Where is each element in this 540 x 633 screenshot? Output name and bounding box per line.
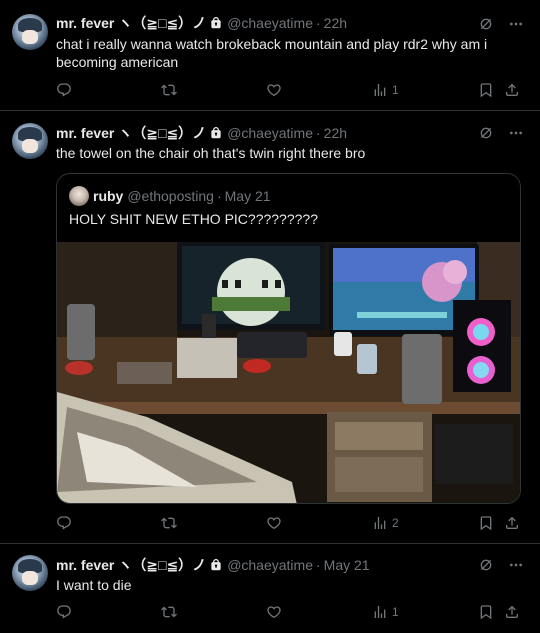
like-icon (266, 604, 282, 620)
action-bar: 1 (56, 82, 520, 100)
retweet-button[interactable] (161, 515, 177, 531)
bookmark-button[interactable] (478, 515, 494, 531)
reply-button[interactable] (56, 82, 72, 98)
tweet-text: I want to die (56, 577, 132, 593)
views-count: 1 (392, 83, 399, 97)
views-button[interactable]: 2 (372, 515, 399, 531)
more-icon[interactable] (508, 125, 524, 141)
separator-dot: · (216, 188, 222, 204)
quoted-display-name[interactable]: ruby (93, 188, 123, 204)
more-icon[interactable] (508, 16, 524, 32)
tweet-header: mr. fever ヽ（≧□≦）ノ @chaeyatime · May 21 (56, 556, 370, 574)
like-button[interactable] (266, 82, 282, 98)
action-bar: 2 (56, 515, 520, 533)
retweet-icon (161, 515, 177, 531)
bookmark-icon (478, 515, 494, 531)
tweet-text: chat i really wanna watch brokeback moun… (56, 36, 488, 70)
grok-icon[interactable] (478, 16, 494, 32)
quoted-avatar[interactable] (69, 186, 89, 206)
reply-button[interactable] (56, 604, 72, 620)
retweet-button[interactable] (161, 82, 177, 98)
reply-icon (56, 82, 72, 98)
handle[interactable]: @chaeyatime (227, 14, 313, 32)
views-count: 1 (392, 605, 399, 619)
views-count: 2 (392, 516, 399, 530)
share-button[interactable] (504, 82, 520, 98)
views-icon (372, 604, 388, 620)
quoted-tweet-text: HOLY SHIT NEW ETHO PIC????????? (69, 211, 318, 227)
avatar[interactable] (12, 14, 48, 50)
tweet-header: mr. fever ヽ（≧□≦）ノ @chaeyatime · 22h (56, 124, 347, 142)
quoted-timestamp[interactable]: May 21 (225, 188, 271, 204)
more-icon[interactable] (508, 557, 524, 573)
share-button[interactable] (504, 604, 520, 620)
retweet-button[interactable] (161, 604, 177, 620)
handle[interactable]: @chaeyatime (227, 556, 313, 574)
retweet-icon (161, 82, 177, 98)
display-name[interactable]: mr. fever ヽ（≧□≦）ノ (56, 14, 206, 32)
bookmark-button[interactable] (478, 604, 494, 620)
retweet-icon (161, 604, 177, 620)
lock-icon (209, 126, 223, 140)
quoted-tweet[interactable]: ruby @ethoposting · May 21 HOLY SHIT NEW… (56, 173, 521, 504)
views-button[interactable]: 1 (372, 82, 399, 98)
tweet-top-actions (478, 125, 524, 141)
views-icon (372, 515, 388, 531)
like-button[interactable] (266, 604, 282, 620)
tweet-top-actions (478, 16, 524, 32)
tweet-header: mr. fever ヽ（≧□≦）ノ @chaeyatime · 22h (56, 14, 347, 32)
tweet-top-actions (478, 557, 524, 573)
display-name[interactable]: mr. fever ヽ（≧□≦）ノ (56, 124, 206, 142)
tweet-text: the towel on the chair oh that's twin ri… (56, 145, 366, 161)
reply-icon (56, 515, 72, 531)
display-name[interactable]: mr. fever ヽ（≧□≦）ノ (56, 556, 206, 574)
timestamp[interactable]: 22h (324, 14, 347, 32)
share-icon (504, 515, 520, 531)
tweet[interactable]: mr. fever ヽ（≧□≦）ノ @chaeyatime · 22h the … (0, 111, 540, 544)
reply-icon (56, 604, 72, 620)
action-bar: 1 (56, 604, 520, 622)
bookmark-button[interactable] (478, 82, 494, 98)
share-icon (504, 82, 520, 98)
quoted-tweet-photo[interactable] (57, 242, 521, 504)
tweet[interactable]: mr. fever ヽ（≧□≦）ノ @chaeyatime · 22h chat… (0, 0, 540, 111)
avatar[interactable] (12, 123, 48, 159)
separator-dot: · (316, 557, 321, 573)
share-icon (504, 604, 520, 620)
grok-icon[interactable] (478, 557, 494, 573)
share-button[interactable] (504, 515, 520, 531)
grok-icon[interactable] (478, 125, 494, 141)
avatar[interactable] (12, 555, 48, 591)
quoted-tweet-header: ruby @ethoposting · May 21 (69, 186, 271, 206)
like-icon (266, 515, 282, 531)
tweet[interactable]: mr. fever ヽ（≧□≦）ノ @chaeyatime · May 21 I… (0, 545, 540, 633)
bookmark-icon (478, 82, 494, 98)
handle[interactable]: @chaeyatime (227, 124, 313, 142)
timestamp[interactable]: May 21 (324, 556, 370, 574)
timestamp[interactable]: 22h (324, 124, 347, 142)
like-icon (266, 82, 282, 98)
separator-dot: · (316, 15, 321, 31)
like-button[interactable] (266, 515, 282, 531)
views-button[interactable]: 1 (372, 604, 399, 620)
bookmark-icon (478, 604, 494, 620)
separator-dot: · (316, 125, 321, 141)
quoted-handle[interactable]: @ethoposting (127, 188, 214, 204)
lock-icon (209, 16, 223, 30)
lock-icon (209, 558, 223, 572)
views-icon (372, 82, 388, 98)
reply-button[interactable] (56, 515, 72, 531)
